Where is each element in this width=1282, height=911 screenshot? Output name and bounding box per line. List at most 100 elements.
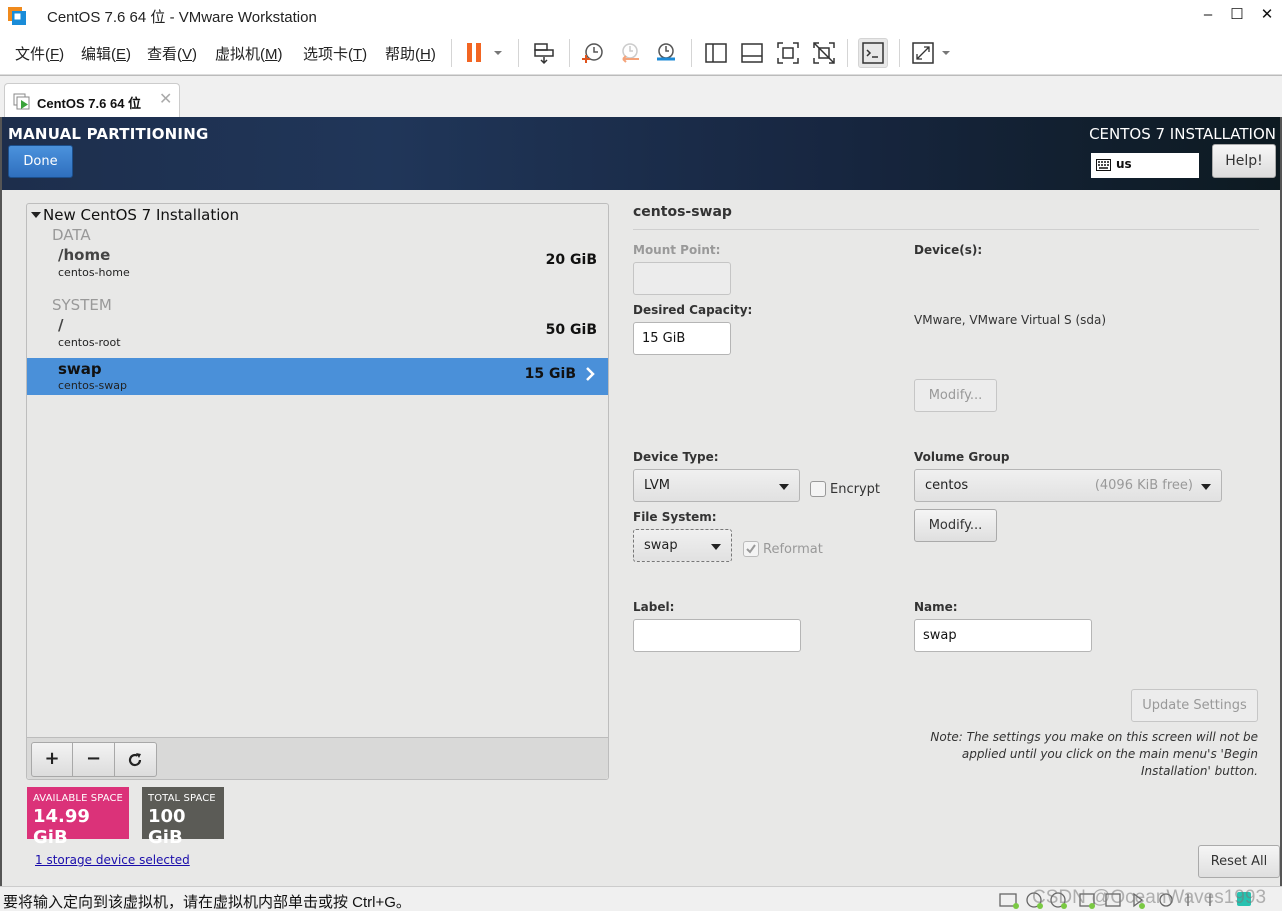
total-space-value: 100 GiB xyxy=(148,806,186,848)
encrypt-label[interactable]: Encrypt xyxy=(830,482,880,497)
device-type-value: LVM xyxy=(644,478,670,493)
partition-size: 15 GiB xyxy=(524,366,576,382)
send-ctrl-alt-del-icon[interactable] xyxy=(531,40,557,66)
total-space-label: TOTAL SPACE xyxy=(148,793,216,804)
partition-mount: / xyxy=(58,316,64,334)
window-titlebar: CentOS 7.6 64 位 - VMware Workstation – ☐… xyxy=(0,0,1282,31)
partition-device: centos-root xyxy=(58,336,121,349)
stretch-view-icon[interactable] xyxy=(911,40,955,66)
partition-list-pane: New CentOS 7 Installation DATA /home cen… xyxy=(26,203,609,780)
status-message: 要将输入定向到该虚拟机，请在虚拟机内部单击或按 Ctrl+G。 xyxy=(3,894,411,911)
partition-row-home[interactable]: /home centos-home 20 GiB xyxy=(27,244,608,281)
partition-mount: swap xyxy=(58,360,102,378)
storage-device-link[interactable]: 1 storage device selected xyxy=(35,853,190,867)
available-space-label: AVAILABLE SPACE xyxy=(33,793,123,804)
status-bar: 要将输入定向到该虚拟机，请在虚拟机内部单击或按 Ctrl+G。 CSDN @Oc… xyxy=(0,886,1282,911)
vm-tab-label: CentOS 7.6 64 位 xyxy=(37,96,142,111)
toolbar-separator xyxy=(518,39,519,67)
toolbar-separator xyxy=(899,39,900,67)
mount-point-input[interactable] xyxy=(633,262,731,295)
device-type-label: Device Type: xyxy=(633,450,719,464)
partition-toolbar: + − xyxy=(27,737,608,779)
available-space-value: 14.99 GiB xyxy=(33,806,90,848)
toolbar-separator xyxy=(451,39,452,67)
reformat-checkbox[interactable] xyxy=(743,541,759,557)
vm-tab-close-button[interactable]: ✕ xyxy=(159,89,172,108)
update-settings-button[interactable]: Update Settings xyxy=(1131,689,1258,722)
vm-tab[interactable]: CentOS 7.6 64 位 ✕ xyxy=(4,83,180,118)
unity-icon[interactable] xyxy=(811,40,837,66)
close-window-button[interactable]: ✕ xyxy=(1252,4,1282,26)
partition-device: centos-swap xyxy=(58,379,127,392)
menu-vm[interactable]: 虚拟机(M) xyxy=(215,43,283,64)
menu-toolbar: 文件(F) 编辑(E) 查看(V) 虚拟机(M) 选项卡(T) 帮助(H) xyxy=(0,31,1282,75)
dropdown-arrow-icon xyxy=(1201,484,1211,490)
partition-size: 20 GiB xyxy=(545,252,597,268)
mount-point-label: Mount Point: xyxy=(633,243,721,257)
anaconda-header: MANUAL PARTITIONING Done CENTOS 7 INSTAL… xyxy=(2,117,1280,190)
vm-console[interactable]: MANUAL PARTITIONING Done CENTOS 7 INSTAL… xyxy=(0,117,1282,886)
thumbnail-view-icon[interactable] xyxy=(739,40,765,66)
modify-devices-button[interactable]: Modify... xyxy=(914,379,997,412)
modify-volume-group-button[interactable]: Modify... xyxy=(914,509,997,542)
minimize-button[interactable]: – xyxy=(1193,4,1223,26)
toolbar-separator xyxy=(847,39,848,67)
product-title: CENTOS 7 INSTALLATION xyxy=(1089,125,1276,143)
keyboard-layout-label: us xyxy=(1116,157,1132,171)
menu-view[interactable]: 查看(V) xyxy=(147,43,197,64)
pause-icon[interactable] xyxy=(462,40,504,66)
partition-device: centos-home xyxy=(58,266,130,279)
reset-all-button[interactable]: Reset All xyxy=(1198,845,1280,878)
label-field-label: Label: xyxy=(633,600,675,614)
device-type-dropdown[interactable]: LVM xyxy=(633,469,800,502)
partition-row-root[interactable]: / centos-root 50 GiB xyxy=(27,314,608,351)
devices-value: VMware, VMware Virtual S (sda) xyxy=(914,313,1107,327)
total-space-box: TOTAL SPACE 100 GiB xyxy=(142,787,224,848)
refresh-icon xyxy=(128,753,142,767)
menu-help[interactable]: 帮助(H) xyxy=(385,43,436,64)
reformat-label: Reformat xyxy=(763,542,823,557)
group-header-data: DATA xyxy=(52,226,91,244)
file-system-label: File System: xyxy=(633,510,717,524)
divider xyxy=(633,229,1259,230)
help-button[interactable]: Help! xyxy=(1212,144,1276,178)
refresh-button[interactable] xyxy=(115,742,157,777)
partition-mount: /home xyxy=(58,246,111,264)
toolbar-separator xyxy=(569,39,570,67)
menu-file[interactable]: 文件(F) xyxy=(15,43,64,64)
installation-root-label[interactable]: New CentOS 7 Installation xyxy=(43,206,239,224)
volume-group-value: centos xyxy=(925,478,969,493)
done-button[interactable]: Done xyxy=(8,145,73,178)
dropdown-arrow-icon xyxy=(779,484,789,490)
keyboard-layout-indicator[interactable]: us xyxy=(1091,153,1199,178)
encrypt-checkbox[interactable] xyxy=(810,481,826,497)
remove-partition-button[interactable]: − xyxy=(73,742,115,777)
console-view-button[interactable] xyxy=(858,38,888,68)
desired-capacity-input[interactable]: 15 GiB xyxy=(633,322,731,355)
watermark: CSDN @OceanWaves1993 xyxy=(1032,887,1267,908)
name-input[interactable]: swap xyxy=(914,619,1092,652)
snapshot-icon[interactable] xyxy=(580,40,606,66)
dropdown-arrow-icon xyxy=(711,544,721,550)
snapshot-manager-icon[interactable] xyxy=(653,40,679,66)
vm-icon xyxy=(13,93,30,110)
chevron-right-icon xyxy=(586,367,595,381)
selected-device-title: centos-swap xyxy=(633,204,732,220)
window-title: CentOS 7.6 64 位 - VMware Workstation xyxy=(47,9,317,26)
add-partition-button[interactable]: + xyxy=(31,742,73,777)
group-header-system: SYSTEM xyxy=(52,296,112,314)
maximize-button[interactable]: ☐ xyxy=(1222,4,1252,26)
console-view-icon xyxy=(862,42,884,64)
label-input[interactable] xyxy=(633,619,801,652)
library-view-icon[interactable] xyxy=(703,40,729,66)
volume-group-dropdown[interactable]: centos (4096 KiB free) xyxy=(914,469,1222,502)
available-space-box: AVAILABLE SPACE 14.99 GiB xyxy=(27,787,129,848)
collapse-arrow-icon[interactable] xyxy=(31,212,41,218)
partition-row-swap[interactable]: swap centos-swap 15 GiB xyxy=(27,358,608,395)
revert-snapshot-icon[interactable] xyxy=(617,40,643,66)
name-field-label: Name: xyxy=(914,600,958,614)
fullscreen-icon[interactable] xyxy=(775,40,801,66)
menu-tabs[interactable]: 选项卡(T) xyxy=(303,43,367,64)
menu-edit[interactable]: 编辑(E) xyxy=(81,43,131,64)
file-system-dropdown[interactable]: swap xyxy=(633,529,732,562)
